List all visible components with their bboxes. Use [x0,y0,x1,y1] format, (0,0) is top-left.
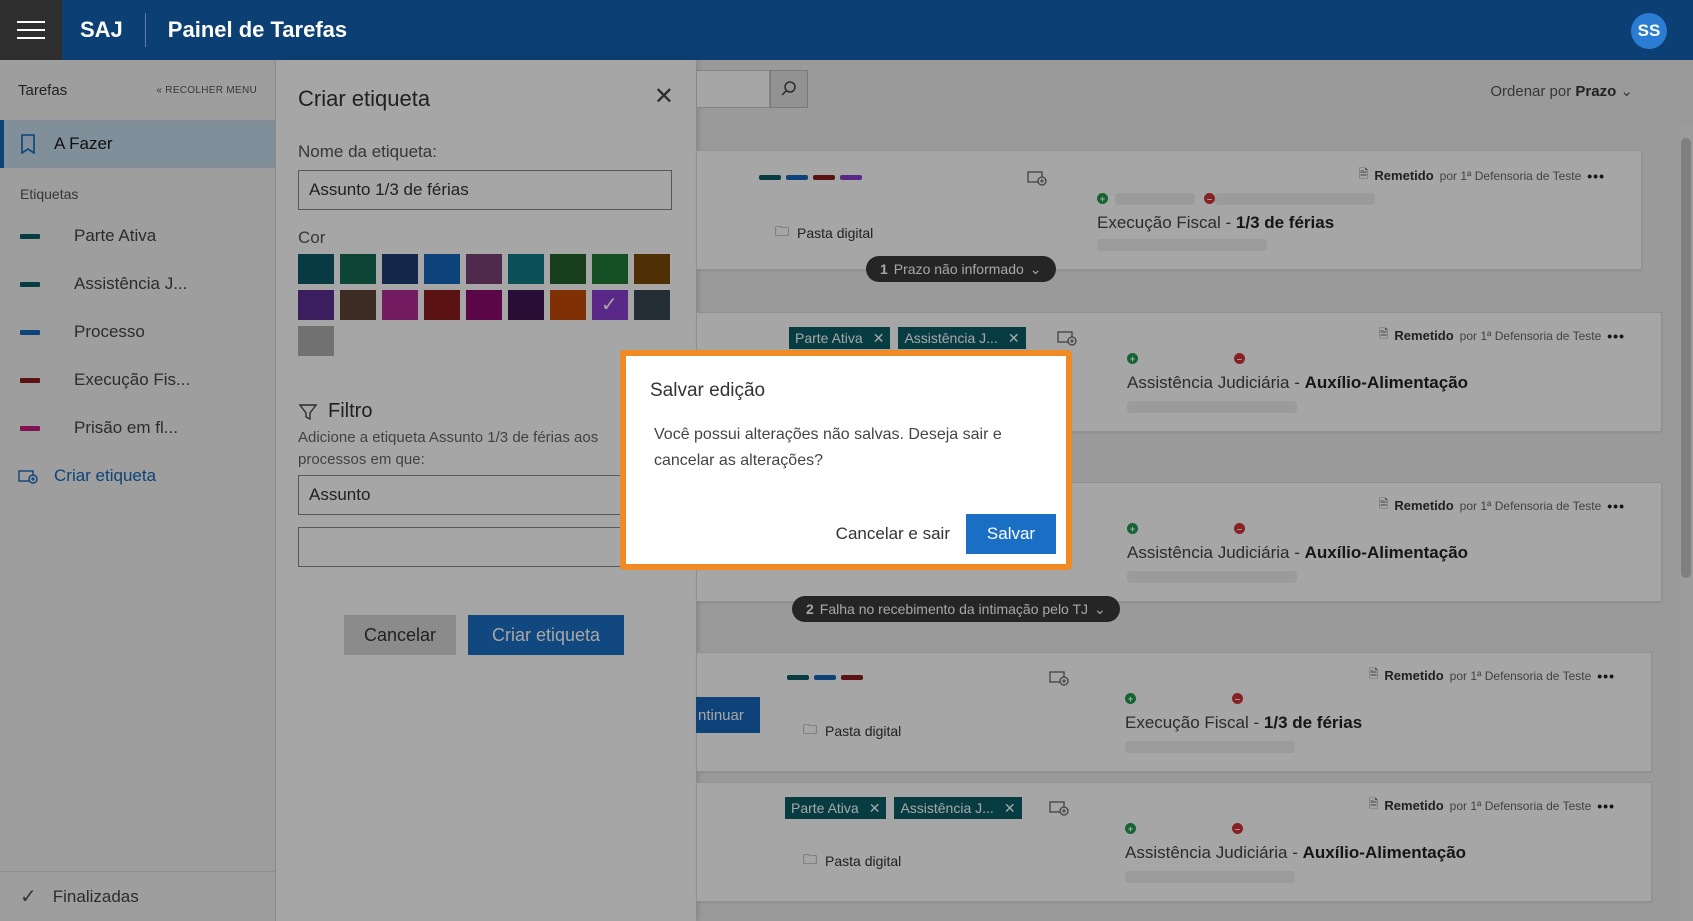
dialog-buttons: Cancelar e sair Salvar [836,514,1056,554]
top-bar: SAJ Painel de Tarefas SS [0,0,1693,60]
menu-icon[interactable] [0,0,62,60]
cancel-and-exit-button[interactable]: Cancelar e sair [836,524,950,544]
dialog-message: Você possui alterações não salvas. Desej… [654,426,1002,469]
avatar[interactable]: SS [1631,13,1667,49]
brand-logo[interactable]: SAJ [62,13,146,47]
page-title: Painel de Tarefas [167,17,348,42]
save-button[interactable]: Salvar [966,514,1056,554]
dialog-title: Salvar edição [650,380,766,401]
save-edit-dialog: Salvar edição Você possui alterações não… [620,350,1072,570]
